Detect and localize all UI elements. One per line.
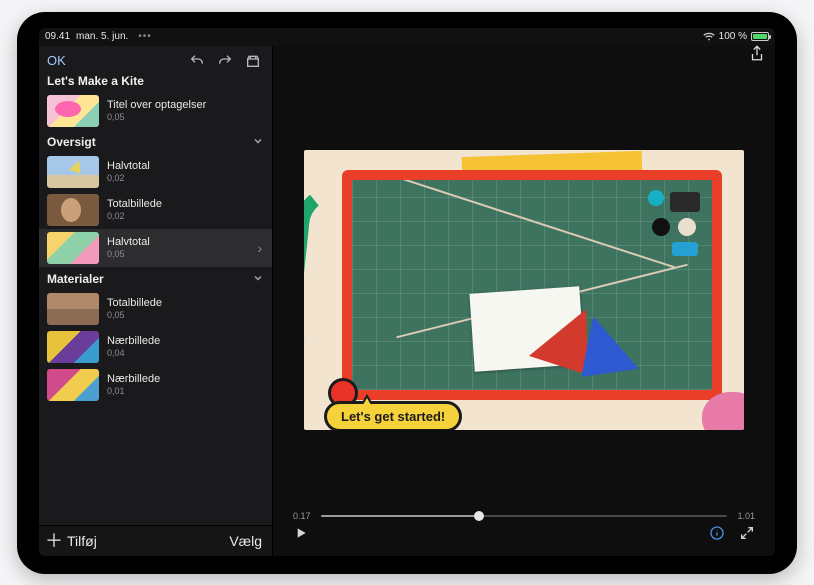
preview-pane: Let's get started! 0.17 1.01: [273, 46, 775, 556]
select-button-label: Vælg: [229, 533, 262, 549]
chevron-right-icon: ›: [257, 240, 264, 256]
speech-bubble: Let's get started!: [324, 401, 462, 430]
clip-duration: 0,02: [107, 211, 162, 221]
title-clip-label: Titel over optagelser: [107, 99, 206, 112]
multitask-dots-icon[interactable]: •••: [138, 31, 152, 42]
chevron-down-icon: [252, 272, 264, 287]
preview-canvas: Let's get started!: [304, 150, 744, 430]
share-button[interactable]: [749, 45, 765, 68]
status-time: 09.41: [45, 31, 70, 42]
sidebar: OK Let's Make a Kite T: [39, 46, 273, 556]
clip-duration: 0,05: [107, 249, 150, 259]
title-clip-thumbnail: [47, 95, 99, 127]
clip-label: Nærbillede: [107, 335, 160, 348]
battery-pct: 100 %: [719, 31, 747, 42]
clip-thumbnail: [47, 293, 99, 325]
sidebar-topbar: OK: [39, 46, 272, 74]
video-preview[interactable]: Let's get started!: [273, 68, 775, 503]
clip-thumbnail: [47, 331, 99, 363]
clip-row[interactable]: Nærbillede0,04: [39, 328, 272, 366]
clip-row[interactable]: Nærbillede0,01: [39, 366, 272, 404]
scrubber[interactable]: 0.17 1.01: [293, 509, 755, 523]
sidebar-bottombar: ＋ Tilføj Vælg: [39, 525, 272, 556]
clip-thumbnail: [47, 369, 99, 401]
chevron-down-icon: [252, 135, 264, 150]
speech-bubble-text: Let's get started!: [341, 409, 445, 424]
section-header[interactable]: Oversigt: [39, 130, 272, 153]
clip-duration: 0,02: [107, 173, 150, 183]
clip-duration: 0,05: [107, 310, 162, 320]
section-header[interactable]: Materialer: [39, 267, 272, 290]
scrubber-track[interactable]: [321, 515, 727, 517]
clip-label: Totalbillede: [107, 297, 162, 310]
clip-label: Nærbillede: [107, 373, 160, 386]
clip-label: Halvtotal: [107, 160, 150, 173]
section-title: Oversigt: [47, 135, 96, 149]
add-button-label: Tilføj: [67, 533, 97, 549]
status-date: man. 5. jun.: [76, 31, 128, 42]
plus-icon: ＋: [45, 532, 63, 550]
project-title: Let's Make a Kite: [39, 74, 272, 92]
clip-thumbnail: [47, 232, 99, 264]
select-button[interactable]: Vælg: [229, 533, 262, 549]
wifi-icon: [703, 32, 715, 42]
clip-duration: 0,01: [107, 386, 160, 396]
title-clip-row[interactable]: Titel over optagelser 0,05: [39, 92, 272, 130]
section-title: Materialer: [47, 272, 104, 286]
title-clip-duration: 0,05: [107, 112, 206, 122]
redo-button[interactable]: [214, 50, 236, 72]
ipad-frame: 09.41 man. 5. jun. ••• 100 % OK: [17, 12, 797, 574]
clip-duration: 0,04: [107, 348, 160, 358]
transport-bar: 0.17 1.01: [273, 503, 775, 556]
clip-row[interactable]: Totalbillede0,05: [39, 290, 272, 328]
screen: 09.41 man. 5. jun. ••• 100 % OK: [39, 28, 775, 556]
clip-row[interactable]: Halvtotal0,05 ›: [39, 229, 272, 267]
clip-label: Totalbillede: [107, 198, 162, 211]
undo-button[interactable]: [186, 50, 208, 72]
battery-icon: [751, 32, 769, 41]
photo-frame: [342, 170, 722, 400]
play-button[interactable]: [293, 525, 309, 546]
status-bar: 09.41 man. 5. jun. ••• 100 %: [39, 28, 775, 46]
clip-row[interactable]: Totalbillede0,02: [39, 191, 272, 229]
clip-thumbnail: [47, 156, 99, 188]
info-button[interactable]: [709, 525, 725, 546]
clip-row[interactable]: Halvtotal0,02: [39, 153, 272, 191]
storyboard-toggle-button[interactable]: [242, 50, 264, 72]
fullscreen-button[interactable]: [739, 525, 755, 546]
clip-label: Halvtotal: [107, 236, 150, 249]
clip-thumbnail: [47, 194, 99, 226]
add-button[interactable]: ＋ Tilføj: [45, 532, 97, 550]
ok-button[interactable]: OK: [47, 53, 66, 68]
